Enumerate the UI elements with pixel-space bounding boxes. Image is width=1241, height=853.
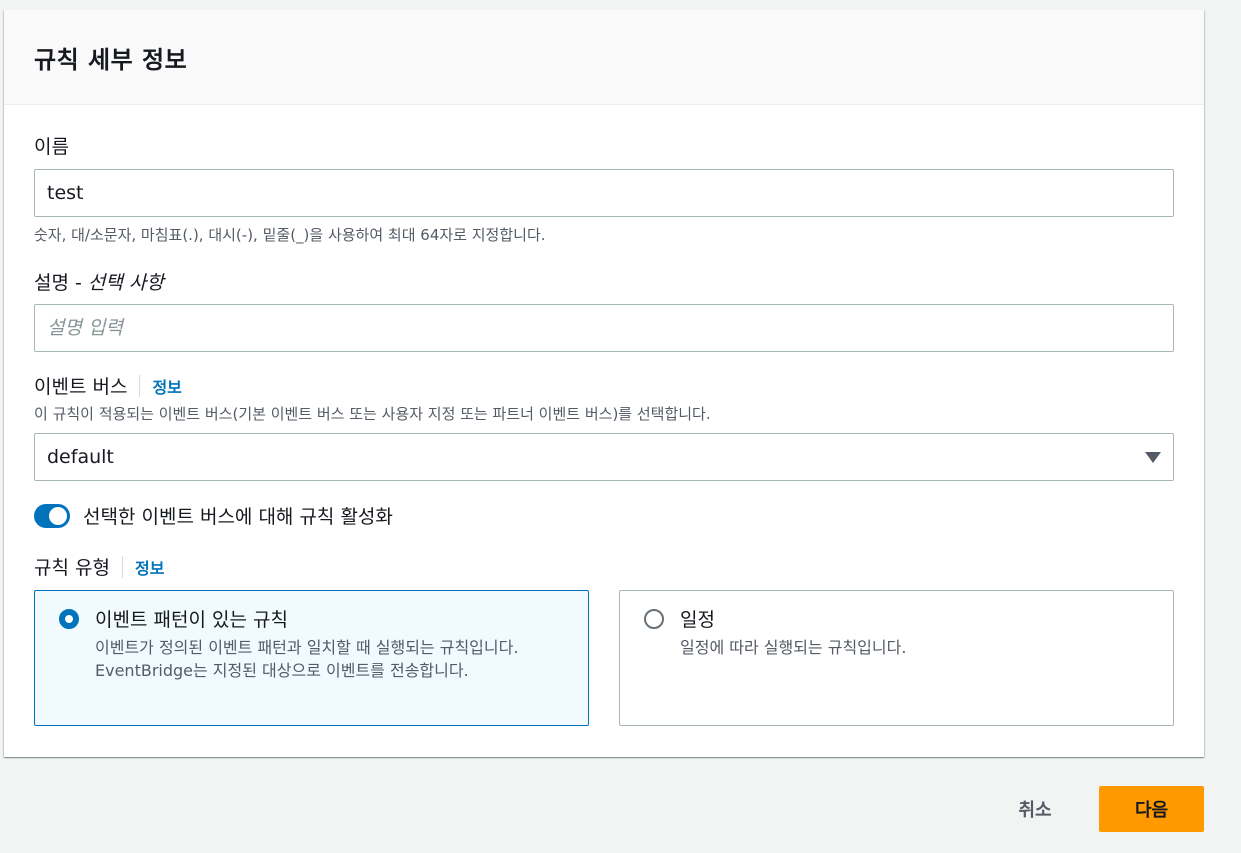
- panel-header: 규칙 세부 정보: [4, 10, 1204, 105]
- radio-unselected-icon: [644, 609, 664, 629]
- caret-down-icon: [1145, 451, 1161, 463]
- rule-details-panel: 규칙 세부 정보 이름 숫자, 대/소문자, 마침표(.), 대시(-), 밑줄…: [4, 10, 1204, 757]
- radio-selected-icon: [59, 609, 79, 629]
- name-hint: 숫자, 대/소문자, 마침표(.), 대시(-), 밑줄(_)을 사용하여 최대…: [34, 226, 546, 244]
- event-bus-label: 이벤트 버스: [34, 376, 128, 398]
- rule-type-label: 규칙 유형: [34, 557, 110, 579]
- description-optional-text: 선택 사항: [87, 272, 164, 294]
- name-input[interactable]: [34, 169, 1174, 217]
- rule-type-option-event-pattern[interactable]: 이벤트 패턴이 있는 규칙 이벤트가 정의된 이벤트 패턴과 일치할 때 실행되…: [34, 590, 589, 726]
- option-description: 일정에 따라 실행되는 규칙입니다.: [680, 638, 907, 657]
- panel-title: 규칙 세부 정보: [34, 45, 188, 74]
- option-title: 이벤트 패턴이 있는 규칙: [95, 609, 288, 631]
- option-description: 이벤트가 정의된 이벤트 패턴과 일치할 때 실행되는 규칙입니다. Event…: [95, 638, 519, 681]
- enable-rule-toggle-row: 선택한 이벤트 버스에 대해 규칙 활성화: [34, 502, 393, 529]
- event-bus-label-row: 이벤트 버스 정보: [34, 372, 182, 399]
- label-divider: [121, 555, 123, 578]
- name-label: 이름: [34, 136, 69, 158]
- rule-type-option-schedule[interactable]: 일정 일정에 따라 실행되는 규칙입니다.: [619, 590, 1174, 726]
- toggle-knob: [49, 506, 67, 525]
- description-label-text: 설명 -: [34, 272, 88, 294]
- event-bus-info-link[interactable]: 정보: [152, 374, 181, 398]
- rule-type-label-row: 규칙 유형 정보: [34, 553, 164, 580]
- description-label: 설명 - 선택 사항: [34, 268, 164, 295]
- description-input[interactable]: [34, 304, 1174, 352]
- event-bus-selected-value: default: [47, 446, 114, 468]
- cancel-button[interactable]: 취소: [1000, 786, 1070, 832]
- rule-type-info-link[interactable]: 정보: [135, 555, 164, 579]
- event-bus-select[interactable]: default: [34, 433, 1174, 481]
- event-bus-hint: 이 규칙이 적용되는 이벤트 버스(기본 이벤트 버스 또는 사용자 지정 또는…: [34, 405, 711, 423]
- next-button[interactable]: 다음: [1099, 786, 1204, 832]
- enable-rule-toggle[interactable]: [34, 503, 70, 528]
- enable-rule-label: 선택한 이벤트 버스에 대해 규칙 활성화: [83, 506, 393, 528]
- option-title: 일정: [680, 609, 715, 631]
- label-divider: [139, 374, 141, 397]
